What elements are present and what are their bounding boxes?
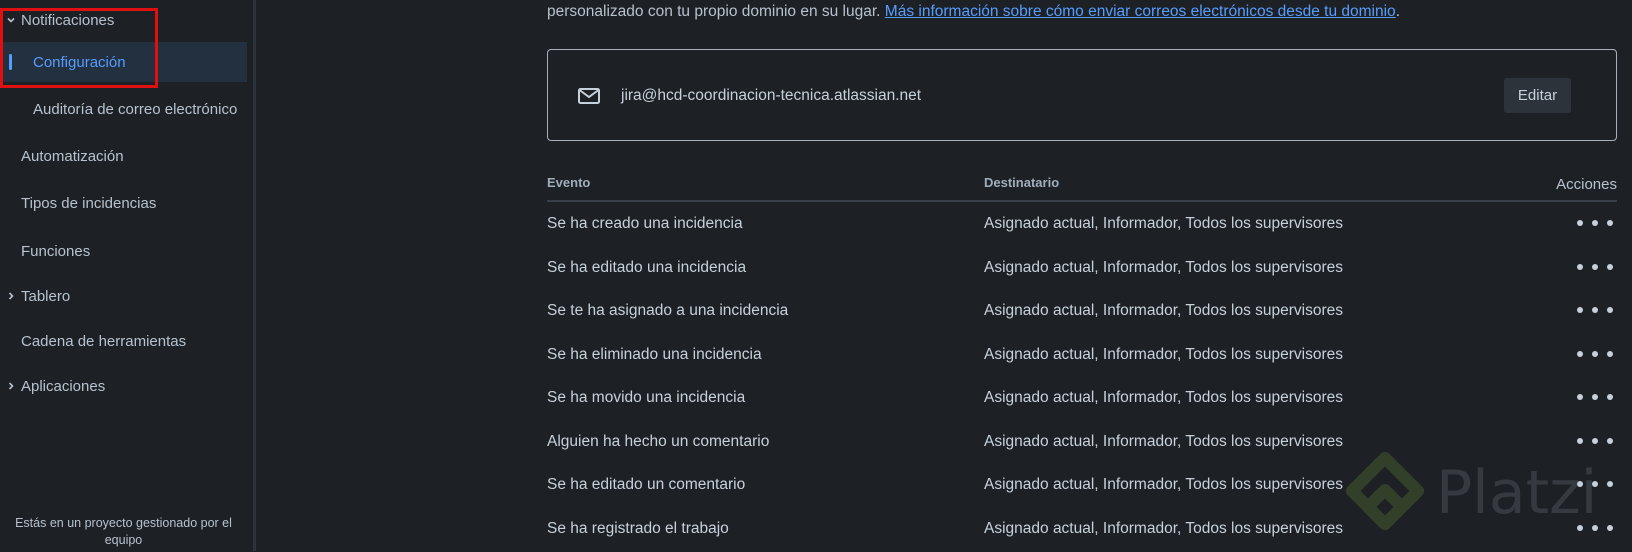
intro-paragraph: personalizado con tu propio dominio en s…: [547, 3, 1400, 21]
dot: [1607, 264, 1613, 270]
sidebar-item-tablero[interactable]: Tablero: [0, 276, 247, 316]
more-actions-icon[interactable]: [1577, 344, 1613, 364]
more-actions-icon[interactable]: [1577, 257, 1613, 277]
sidebar-item-aplicaciones[interactable]: Aplicaciones: [0, 366, 247, 406]
dot: [1577, 351, 1583, 357]
dot: [1592, 220, 1598, 226]
project-type-note: Estás en un proyecto gestionado por el e…: [15, 516, 232, 547]
sender-email-address: jira@hcd-coordinacion-tecnica.atlassian.…: [621, 87, 922, 104]
event-cell: Se ha editado un comentario: [547, 476, 746, 493]
sidebar-item-label: Tipos de incidencias: [21, 194, 157, 212]
recipient-cell: Asignado actual, Informador, Todos los s…: [984, 389, 1343, 406]
event-cell: Se ha eliminado una incidencia: [547, 346, 762, 363]
dot: [1607, 351, 1613, 357]
recipient-cell: Asignado actual, Informador, Todos los s…: [984, 302, 1343, 319]
learn-more-link[interactable]: Más información sobre cómo enviar correo…: [885, 3, 1396, 20]
dot: [1592, 525, 1598, 531]
event-cell: Se ha movido una incidencia: [547, 389, 746, 406]
dot: [1592, 481, 1598, 487]
more-actions-icon[interactable]: [1577, 431, 1613, 451]
recipient-cell: Asignado actual, Informador, Todos los s…: [984, 215, 1343, 232]
dot: [1577, 481, 1583, 487]
more-actions-icon[interactable]: [1577, 474, 1613, 494]
table-row: Alguien ha hecho un comentario Asignado a…: [547, 424, 1617, 464]
more-actions-icon[interactable]: [1577, 213, 1613, 233]
intro-end: .: [1395, 3, 1400, 20]
table-row: Se ha registrado el trabajo Asignado actu…: [547, 511, 1617, 551]
sidebar-item-auditoria[interactable]: Auditoría de correo electrónico: [0, 89, 247, 129]
dot: [1577, 394, 1583, 400]
dot: [1607, 307, 1613, 313]
dot: [1592, 438, 1598, 444]
column-header-recipient: Destinatario: [984, 175, 1060, 190]
more-actions-icon[interactable]: [1577, 518, 1613, 538]
table-row: Se te ha asignado a una incidencia Asigna…: [547, 293, 1617, 333]
dot: [1607, 525, 1613, 531]
dot: [1577, 525, 1583, 531]
sender-email-card: jira@hcd-coordinacion-tecnica.atlassian.…: [547, 49, 1617, 141]
column-header-actions: Acciones: [1556, 176, 1617, 193]
more-actions-icon[interactable]: [1577, 300, 1613, 320]
event-cell: Se ha registrado el trabajo: [547, 520, 729, 537]
table-header-divider: [547, 200, 1617, 202]
table-row: Se ha creado una incidencia Asignado actu…: [547, 206, 1617, 246]
dot: [1607, 394, 1613, 400]
sidebar: Notificaciones Configuración Auditoría d…: [0, 0, 256, 551]
chevron-right-icon: [6, 291, 16, 301]
more-actions-icon[interactable]: [1577, 387, 1613, 407]
sidebar-item-tipos-incidencias[interactable]: Tipos de incidencias: [0, 183, 247, 223]
dot: [1592, 394, 1598, 400]
edit-email-button[interactable]: Editar: [1504, 78, 1571, 113]
sidebar-item-cadena-herramientas[interactable]: Cadena de herramientas: [0, 321, 247, 361]
chevron-right-icon: [6, 381, 16, 391]
dot: [1577, 438, 1583, 444]
event-cell: Se ha editado una incidencia: [547, 259, 747, 276]
event-cell: Se ha creado una incidencia: [547, 215, 743, 232]
dot: [1607, 481, 1613, 487]
table-row: Se ha eliminado una incidencia Asignado a…: [547, 337, 1617, 377]
intro-text: personalizado con tu propio dominio en s…: [547, 3, 881, 20]
sidebar-item-funciones[interactable]: Funciones: [0, 231, 247, 271]
sidebar-item-label: Automatización: [21, 147, 124, 165]
table-row: Se ha editado un comentario Asignado actu…: [547, 467, 1617, 507]
table-row: Se ha movido una incidencia Asignado actu…: [547, 380, 1617, 420]
dot: [1577, 307, 1583, 313]
sidebar-item-label: Funciones: [21, 242, 91, 260]
sidebar-item-configuracion[interactable]: Configuración: [3, 42, 247, 82]
active-indicator: [9, 54, 12, 70]
recipient-cell: Asignado actual, Informador, Todos los s…: [984, 346, 1343, 363]
dot: [1607, 438, 1613, 444]
mail-icon: [578, 88, 600, 104]
dot: [1592, 351, 1598, 357]
sidebar-item-label: Aplicaciones: [21, 377, 106, 395]
dot: [1607, 220, 1613, 226]
main-content: personalizado con tu propio dominio en s…: [547, 0, 1617, 551]
dot: [1592, 307, 1598, 313]
dot: [1577, 264, 1583, 270]
sidebar-item-notificaciones[interactable]: Notificaciones: [0, 0, 247, 40]
sidebar-item-label: Configuración: [33, 53, 126, 71]
dot: [1592, 264, 1598, 270]
recipient-cell: Asignado actual, Informador, Todos los s…: [984, 476, 1343, 493]
dot: [1577, 220, 1583, 226]
recipient-cell: Asignado actual, Informador, Todos los s…: [984, 433, 1343, 450]
event-cell: Alguien ha hecho un comentario: [547, 433, 770, 450]
chevron-down-icon: [6, 15, 16, 25]
event-cell: Se te ha asignado a una incidencia: [547, 302, 789, 319]
sidebar-item-label: Tablero: [21, 287, 71, 305]
sidebar-item-automatizacion[interactable]: Automatización: [0, 136, 247, 176]
sidebar-item-label: Notificaciones: [21, 11, 115, 29]
recipient-cell: Asignado actual, Informador, Todos los s…: [984, 259, 1343, 276]
table-row: Se ha editado una incidencia Asignado act…: [547, 250, 1617, 290]
sidebar-item-label: Cadena de herramientas: [21, 332, 187, 350]
sidebar-item-label: Auditoría de correo electrónico: [33, 100, 238, 118]
recipient-cell: Asignado actual, Informador, Todos los s…: [984, 520, 1343, 537]
column-header-event: Evento: [547, 175, 591, 190]
